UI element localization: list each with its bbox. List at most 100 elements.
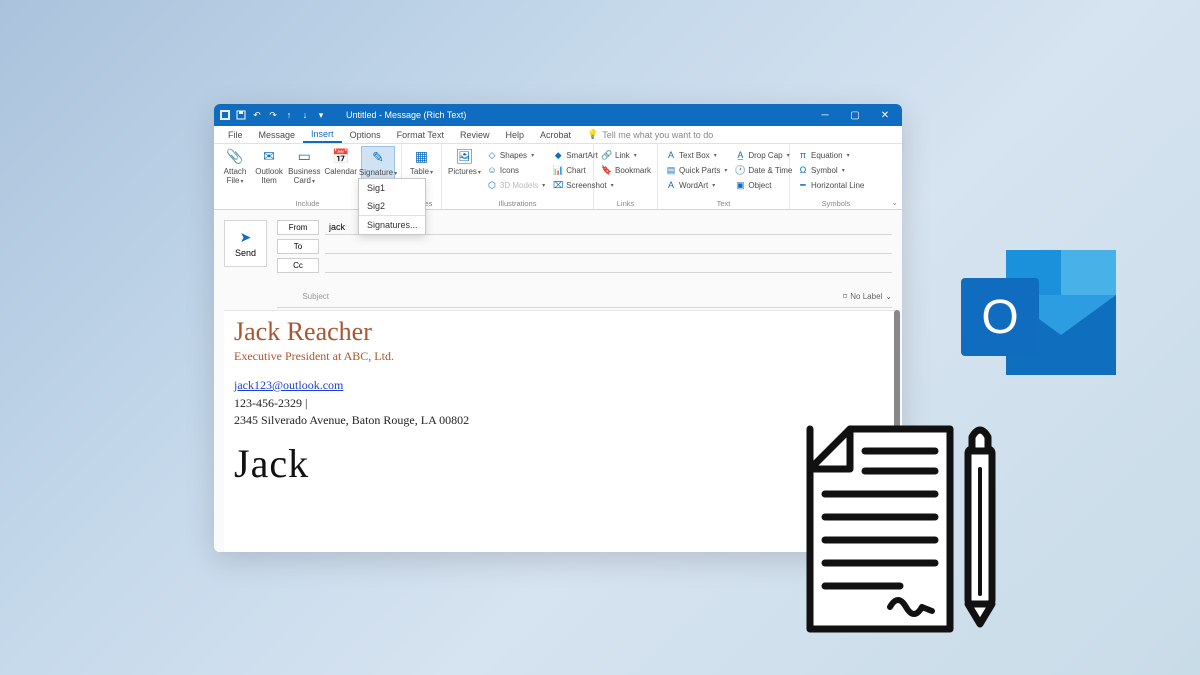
paperclip-icon: 📎: [226, 148, 244, 166]
outlook-compose-window: ↶ ↷ ↑ ↓ ▾ Untitled - Message (Rich Text)…: [214, 104, 902, 552]
symbols-group-label: Symbols: [790, 199, 882, 208]
lightbulb-icon: 💡: [587, 129, 598, 140]
wordart-button[interactable]: AWordArt: [664, 178, 729, 192]
link-button[interactable]: 🔗Link: [600, 148, 653, 162]
message-body[interactable]: Jack Reacher Executive President at ABC,…: [224, 310, 900, 552]
icons-label: Icons: [500, 166, 519, 175]
tag-icon: ⌑: [843, 292, 847, 301]
cc-button[interactable]: Cc: [277, 258, 319, 273]
tell-me-search[interactable]: 💡 Tell me what you want to do: [587, 129, 713, 140]
icons-button[interactable]: ☺Icons: [485, 163, 547, 177]
signature-menu-sig2[interactable]: Sig2: [359, 197, 425, 215]
menubar: File Message Insert Options Format Text …: [214, 126, 902, 144]
text-group-label: Text: [658, 199, 789, 208]
window-title: Untitled - Message (Rich Text): [346, 110, 466, 120]
signature-email-link[interactable]: jack123@outlook.com: [234, 378, 343, 393]
undo-icon[interactable]: ↶: [252, 110, 262, 120]
outlook-item-label: Outlook Item: [254, 168, 284, 186]
ribbon-group-links: 🔗Link 🔖Bookmark Links: [594, 144, 658, 209]
subject-label: Subject: [277, 292, 329, 301]
signature-phone: 123-456-2329 |: [234, 396, 890, 411]
signature-name: Jack Reacher: [234, 317, 890, 347]
date-time-button[interactable]: 🕐Date & Time: [733, 163, 794, 177]
shapes-label: Shapes: [500, 151, 527, 160]
cc-input[interactable]: [325, 258, 892, 273]
hline-icon: ━: [798, 180, 808, 190]
titlebar: ↶ ↷ ↑ ↓ ▾ Untitled - Message (Rich Text)…: [214, 104, 902, 126]
3d-models-label: 3D Models: [500, 181, 538, 190]
app-icon: [220, 110, 230, 120]
object-button[interactable]: ▣Object: [733, 178, 794, 192]
qat-overflow-icon[interactable]: ▾: [316, 110, 326, 120]
signature-label: Signature: [359, 169, 397, 178]
tell-me-label: Tell me what you want to do: [602, 130, 713, 140]
bookmark-button[interactable]: 🔖Bookmark: [600, 163, 653, 177]
down-icon[interactable]: ↓: [300, 110, 310, 120]
screenshot-icon: ⌧: [553, 180, 563, 190]
wordart-label: WordArt: [679, 181, 708, 190]
calendar-button[interactable]: 📅 Calendar: [325, 146, 357, 177]
menu-acrobat[interactable]: Acrobat: [532, 126, 579, 143]
card-icon: ▭: [295, 148, 313, 166]
chart-label: Chart: [566, 166, 586, 175]
chevron-down-icon: ⌄: [885, 292, 892, 301]
drop-cap-button[interactable]: A̲Drop Cap: [733, 148, 794, 162]
3d-models-button[interactable]: ⬡3D Models: [485, 178, 547, 192]
redo-icon[interactable]: ↷: [268, 110, 278, 120]
hline-label: Horizontal Line: [811, 181, 864, 190]
up-icon[interactable]: ↑: [284, 110, 294, 120]
signature-button[interactable]: ✎ Signature: [361, 146, 395, 179]
ribbon-group-illustrations: 🖼 Pictures ◇Shapes ☺Icons ⬡3D Models ◆Sm…: [442, 144, 594, 209]
attach-file-button[interactable]: 📎 Attach File: [220, 146, 250, 186]
text-box-button[interactable]: AText Box: [664, 148, 729, 162]
quick-parts-button[interactable]: ▤Quick Parts: [664, 163, 729, 177]
datetime-icon: 🕐: [735, 165, 745, 175]
outlook-item-button[interactable]: ✉ Outlook Item: [254, 146, 284, 186]
ribbon-collapse-icon[interactable]: ⌄: [891, 198, 898, 207]
no-label-dropdown[interactable]: ⌑ No Label ⌄: [843, 292, 892, 301]
close-button[interactable]: ✕: [872, 107, 898, 123]
menu-insert[interactable]: Insert: [303, 126, 342, 143]
text-box-label: Text Box: [679, 151, 710, 160]
maximize-button[interactable]: ▢: [842, 107, 868, 123]
table-icon: ▦: [413, 148, 431, 166]
minimize-button[interactable]: ─: [812, 107, 838, 123]
signature-title: Executive President at ABC, Ltd.: [234, 349, 890, 364]
send-button[interactable]: ➤ Send: [224, 220, 267, 267]
chart-icon: 📊: [553, 165, 563, 175]
signature-menu-signatures[interactable]: Signatures...: [359, 215, 425, 234]
subject-input[interactable]: [337, 289, 843, 303]
table-button[interactable]: ▦ Table: [408, 146, 435, 177]
drop-cap-label: Drop Cap: [748, 151, 782, 160]
from-button[interactable]: From: [277, 220, 319, 235]
smartart-icon: ◆: [553, 150, 563, 160]
pictures-button[interactable]: 🖼 Pictures: [448, 146, 481, 177]
symbol-button[interactable]: ΩSymbol: [796, 163, 866, 177]
links-group-label: Links: [594, 199, 657, 208]
equation-button[interactable]: πEquation: [796, 148, 866, 162]
no-label-text: No Label: [850, 292, 882, 301]
signature-menu-sig1[interactable]: Sig1: [359, 179, 425, 197]
menu-file[interactable]: File: [220, 126, 251, 143]
menu-options[interactable]: Options: [342, 126, 389, 143]
attach-file-label: Attach File: [220, 168, 250, 186]
business-card-button[interactable]: ▭ Business Card: [288, 146, 320, 186]
signature-icon: ✎: [369, 149, 387, 167]
calendar-label: Calendar: [325, 168, 357, 177]
to-input[interactable]: [325, 239, 892, 254]
shapes-button[interactable]: ◇Shapes: [485, 148, 547, 162]
outlook-o-letter: O: [961, 278, 1039, 356]
to-button[interactable]: To: [277, 239, 319, 254]
menu-format-text[interactable]: Format Text: [389, 126, 452, 143]
bookmark-label: Bookmark: [615, 166, 651, 175]
signature-address: 2345 Silverado Avenue, Baton Rouge, LA 0…: [234, 413, 890, 428]
object-label: Object: [748, 181, 771, 190]
menu-help[interactable]: Help: [497, 126, 532, 143]
menu-message[interactable]: Message: [251, 126, 304, 143]
save-icon[interactable]: [236, 110, 246, 120]
equation-label: Equation: [811, 151, 843, 160]
illustrations-group-label: Illustrations: [442, 199, 593, 208]
horizontal-line-button[interactable]: ━Horizontal Line: [796, 178, 866, 192]
ribbon-group-symbols: πEquation ΩSymbol ━Horizontal Line Symbo…: [790, 144, 882, 209]
menu-review[interactable]: Review: [452, 126, 498, 143]
